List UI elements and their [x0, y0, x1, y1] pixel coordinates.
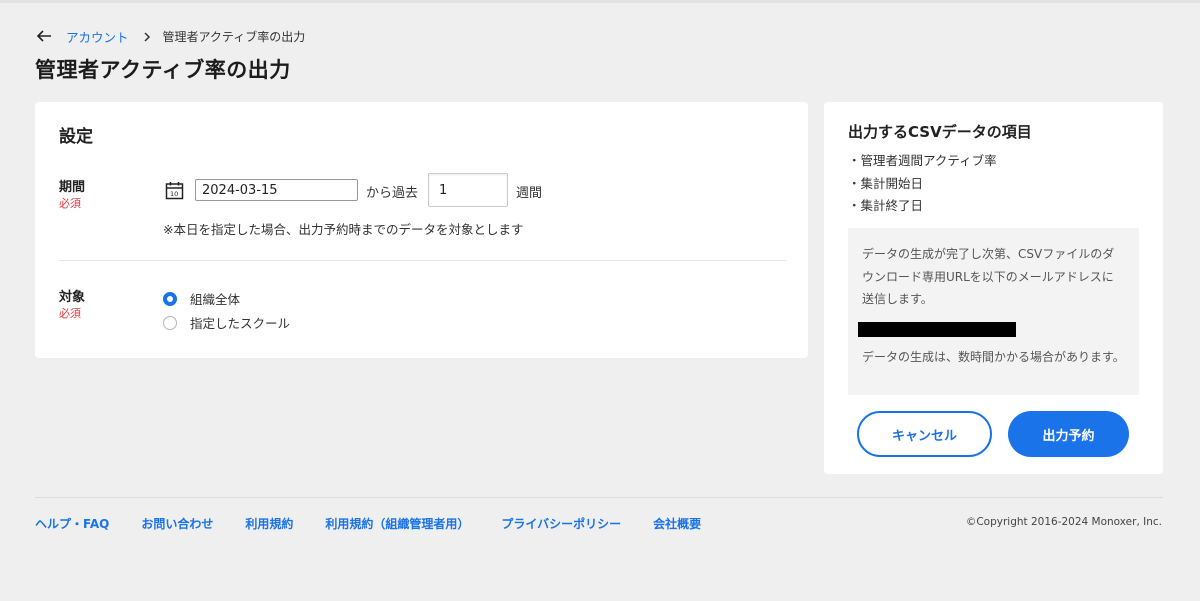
chevron-right-icon	[143, 31, 151, 42]
date-input[interactable]	[195, 179, 358, 201]
target-label: 対象	[59, 290, 86, 305]
weeks-input[interactable]	[428, 173, 508, 207]
list-item: ・管理者週間アクティブ率	[848, 153, 997, 168]
radio-button[interactable]	[163, 315, 177, 330]
target-required: 必須	[59, 307, 81, 320]
radio-option-whole-org[interactable]: 組織全体	[163, 289, 240, 308]
csv-items-list: ・管理者週間アクティブ率 ・集計開始日 ・集計終了日	[848, 150, 997, 218]
breadcrumb: アカウント 管理者アクティブ率の出力	[36, 27, 305, 45]
footer-link-privacy[interactable]: プライバシーポリシー	[501, 515, 621, 532]
footer-link-terms[interactable]: 利用規約	[245, 515, 293, 532]
breadcrumb-current: 管理者アクティブ率の出力	[162, 29, 306, 44]
footer-link-company[interactable]: 会社概要	[653, 515, 701, 532]
period-label: 期間	[59, 180, 86, 195]
info-note: データの生成は、数時間かかる場合があります。	[862, 349, 1125, 364]
list-item: ・集計開始日	[848, 175, 924, 191]
weeks-unit-text: 週間	[516, 186, 543, 201]
submit-reservation-button[interactable]: 出力予約	[1008, 411, 1129, 457]
period-required: 必須	[59, 197, 81, 210]
info-box: データの生成が完了し次第、CSVファイルのダウンロード専用URLを以下のメールア…	[848, 228, 1139, 395]
period-note: ※本日を指定した場合、出力予約時までのデータを対象とします	[163, 222, 524, 237]
breadcrumb-link-account[interactable]: アカウント	[66, 27, 129, 46]
radio-label: 指定したスクール	[190, 316, 291, 331]
footer-link-contact[interactable]: お問い合わせ	[141, 515, 213, 532]
list-item: ・集計終了日	[848, 198, 924, 213]
from-past-text: から過去	[366, 186, 419, 201]
redacted-email	[858, 321, 1016, 337]
footer-divider	[35, 497, 1163, 498]
radio-option-specified-school[interactable]: 指定したスクール	[163, 313, 290, 332]
footer-link-terms-admin[interactable]: 利用規約（組織管理者用）	[325, 515, 469, 532]
info-text: データの生成が完了し次第、CSVファイルのダウンロード専用URLを以下のメールア…	[862, 247, 1115, 306]
svg-text:10: 10	[170, 190, 178, 198]
radio-label: 組織全体	[190, 292, 241, 307]
settings-title: 設定	[59, 127, 93, 147]
arrow-left-icon[interactable]	[36, 29, 52, 43]
divider	[59, 260, 786, 261]
page-title: 管理者アクティブ率の出力	[35, 58, 291, 82]
footer-link-help[interactable]: ヘルプ・FAQ	[35, 515, 109, 532]
cancel-button[interactable]: キャンセル	[857, 411, 992, 457]
settings-card: 設定 期間 必須 10 から過去 週間 ※本日を指定した場合、出力予約時までのデ…	[35, 102, 808, 358]
csv-items-title: 出力するCSVデータの項目	[848, 123, 1032, 141]
copyright: ©Copyright 2016-2024 Monoxer, Inc.	[965, 516, 1162, 528]
calendar-icon[interactable]: 10	[165, 181, 184, 200]
top-border	[0, 0, 1200, 3]
csv-items-card: 出力するCSVデータの項目 ・管理者週間アクティブ率 ・集計開始日 ・集計終了日…	[824, 102, 1163, 474]
radio-button-selected[interactable]	[163, 291, 177, 306]
footer-links: ヘルプ・FAQ お問い合わせ 利用規約 利用規約（組織管理者用） プライバシーポ…	[35, 515, 733, 532]
